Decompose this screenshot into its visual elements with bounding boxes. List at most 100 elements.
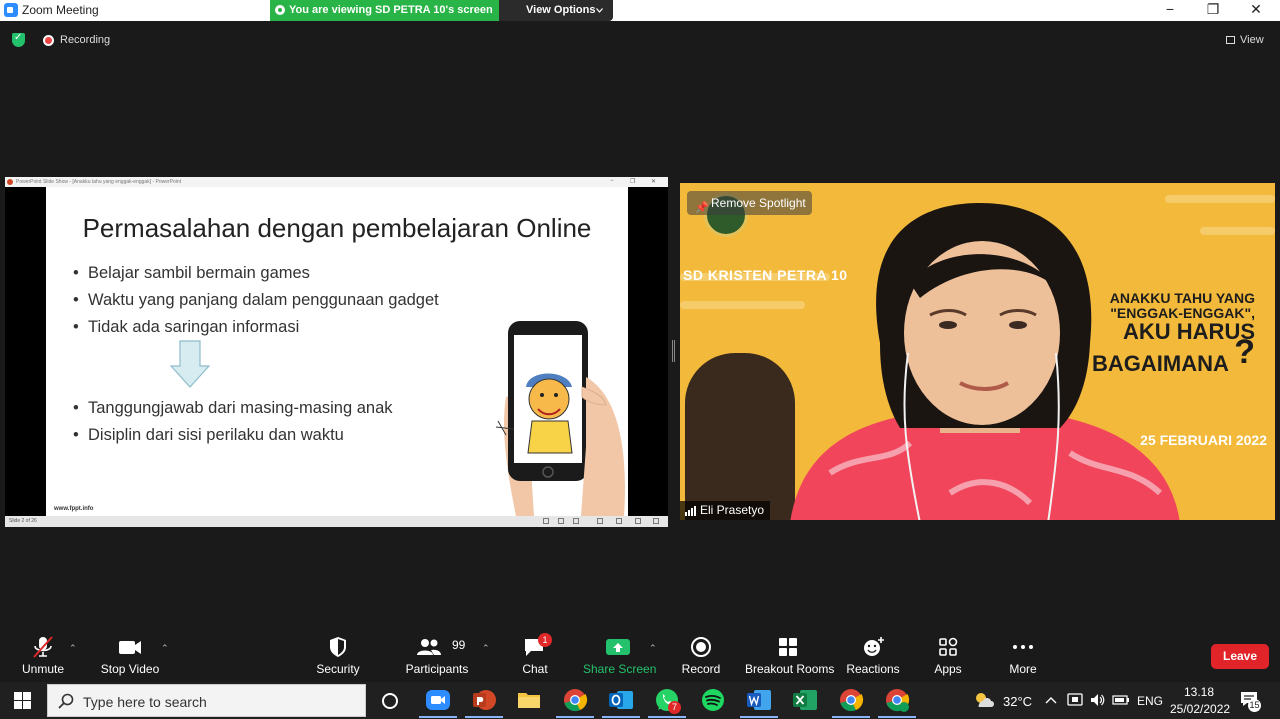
resize-splitter[interactable] — [672, 340, 675, 362]
view-options-button[interactable]: View Options — [499, 0, 613, 21]
remove-spotlight-button[interactable]: 📌 Remove Spotlight — [687, 191, 812, 215]
poster-decoration — [1165, 195, 1275, 203]
reactions-label: Reactions — [846, 662, 900, 676]
input-language[interactable]: ENG — [1137, 694, 1163, 708]
share-screen-icon — [606, 639, 630, 655]
bullet-item: Belajar sambil bermain games — [73, 264, 310, 283]
slideshow-view-icon — [653, 518, 659, 524]
pp-restore-icon: ❐ — [630, 179, 636, 185]
weather-temperature[interactable]: 32°C — [1003, 694, 1032, 709]
slide-content: Permasalahan dengan pembelajaran Online … — [46, 187, 628, 516]
taskbar-chrome-profile-app[interactable] — [878, 687, 916, 718]
unmute-button[interactable]: Unmute — [13, 628, 73, 682]
windows-start-icon[interactable] — [14, 692, 31, 709]
active-app-indicator — [878, 716, 916, 718]
more-button[interactable]: More — [998, 628, 1048, 682]
apps-label: Apps — [934, 662, 962, 676]
taskbar-powerpoint-app[interactable] — [465, 687, 503, 718]
zoom-logo-icon — [4, 3, 18, 17]
active-app-indicator — [556, 716, 594, 718]
unmute-label: Unmute — [21, 662, 65, 676]
taskbar-spotify-app[interactable] — [700, 687, 726, 713]
notes-icon — [543, 518, 549, 524]
taskbar-outlook-app[interactable] — [602, 687, 640, 718]
normal-view-icon — [597, 518, 603, 524]
cortana-icon[interactable] — [382, 693, 398, 709]
record-button[interactable]: Record — [676, 628, 726, 682]
spotlight-video[interactable]: SD KRISTEN PETRA 10 ANAKKU TAHU YANG "EN… — [680, 183, 1275, 520]
windows-taskbar: Type here to search 7 32°C ENG 13.18 25/… — [0, 682, 1280, 719]
active-app-indicator — [832, 716, 870, 718]
share-options-caret-icon[interactable]: ⌃ — [649, 643, 657, 654]
chevron-up-icon[interactable] — [1045, 696, 1057, 704]
phone-cartoon-illustration — [495, 321, 626, 516]
share-screen-button[interactable]: Share Screen — [583, 628, 657, 682]
volume-icon[interactable] — [1089, 692, 1105, 708]
recording-label[interactable]: Recording — [60, 34, 110, 46]
clock-time[interactable]: 13.18 — [1184, 685, 1214, 699]
excel-icon — [793, 690, 817, 710]
participants-icon — [417, 639, 441, 655]
powerpoint-titlebar: PowerPoint Slide Show - [Anakku tahu yan… — [5, 177, 668, 187]
stop-video-label: Stop Video — [100, 662, 160, 676]
view-label: View — [1240, 34, 1264, 46]
participants-button[interactable]: 99 Participants — [402, 628, 472, 682]
taskbar-zoom-app[interactable] — [419, 687, 457, 718]
participants-options-caret-icon[interactable]: ⌃ — [482, 643, 490, 654]
taskbar-whatsapp-app[interactable]: 7 — [648, 687, 686, 718]
reactions-button[interactable]: Reactions — [843, 628, 903, 682]
participant-name-tag: Eli Prasetyo — [680, 501, 771, 520]
down-arrow-icon — [170, 340, 210, 388]
taskbar-chrome-profile-app[interactable] — [832, 687, 870, 718]
shared-screen[interactable]: PowerPoint Slide Show - [Anakku tahu yan… — [5, 177, 668, 527]
poster-decoration — [1200, 227, 1275, 235]
clock-date[interactable]: 25/02/2022 — [1170, 702, 1230, 716]
chat-button[interactable]: 1 Chat — [510, 628, 560, 682]
more-label: More — [1009, 662, 1037, 676]
battery-icon[interactable] — [1112, 694, 1130, 706]
pin-icon: 📌 — [695, 202, 709, 214]
breakout-rooms-button[interactable]: Breakout Rooms — [745, 628, 834, 682]
participants-label: Participants — [405, 662, 469, 676]
taskbar-word-app[interactable] — [740, 687, 778, 718]
share-screen-label: Share Screen — [583, 662, 657, 676]
chat-unread-badge: 1 — [538, 633, 552, 647]
powerpoint-status-bar: Slide 2 of 26 — [5, 516, 668, 527]
participants-count: 99 — [452, 638, 466, 652]
bullet-item: Tidak ada saringan informasi — [73, 318, 299, 337]
viewing-banner-text: You are viewing SD PETRA 10's screen — [289, 4, 493, 16]
chevron-down-icon — [596, 8, 603, 13]
taskbar-search-input[interactable]: Type here to search — [47, 684, 366, 717]
restore-button[interactable]: ❐ — [1203, 1, 1223, 18]
leave-button[interactable]: Leave — [1211, 644, 1269, 669]
folder-icon — [518, 693, 540, 708]
meet-now-icon[interactable] — [1067, 692, 1083, 708]
encryption-shield-icon[interactable] — [12, 32, 25, 47]
view-button[interactable]: View — [1226, 34, 1264, 46]
record-label: Record — [681, 662, 721, 676]
weather-icon[interactable] — [973, 691, 995, 709]
notification-center-button[interactable]: 15 — [1240, 691, 1262, 712]
reading-view-icon — [635, 518, 641, 524]
taskbar-file-explorer-app[interactable] — [516, 687, 542, 713]
pp-close-icon: ✕ — [651, 179, 657, 185]
more-dots-icon — [1013, 645, 1033, 649]
minimize-button[interactable]: − — [1160, 1, 1180, 17]
bullet-item: Disiplin dari sisi perilaku dan waktu — [73, 426, 344, 445]
taskbar-excel-app[interactable] — [792, 687, 818, 713]
security-label: Security — [316, 662, 360, 676]
video-camera-icon — [119, 641, 141, 654]
taskbar-chrome-app[interactable] — [556, 687, 594, 718]
video-options-caret-icon[interactable]: ⌃ — [161, 643, 169, 654]
remove-spotlight-label: Remove Spotlight — [711, 196, 806, 210]
signal-bars-icon — [685, 506, 696, 516]
apps-icon — [939, 637, 958, 656]
security-button[interactable]: Security — [308, 628, 368, 682]
close-button[interactable]: ✕ — [1246, 1, 1266, 18]
speaker-person — [790, 203, 1180, 520]
recording-icon — [43, 35, 54, 46]
bullet-item: Tanggungjawab dari masing-masing anak — [73, 399, 393, 418]
stop-video-button[interactable]: Stop Video — [95, 628, 165, 682]
audio-options-caret-icon[interactable]: ⌃ — [69, 643, 77, 654]
apps-button[interactable]: Apps — [923, 628, 973, 682]
